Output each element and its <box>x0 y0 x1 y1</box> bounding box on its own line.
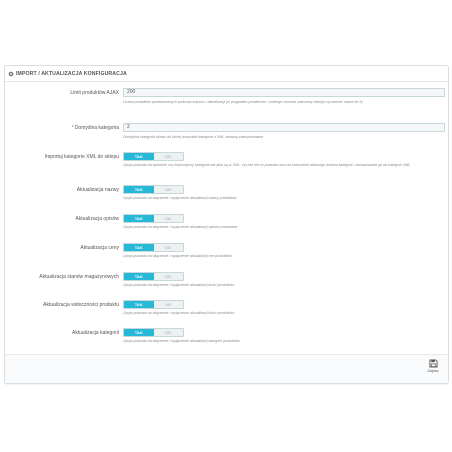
update-name-switch[interactable]: TAK NIE <box>123 185 184 194</box>
toggle-on[interactable]: TAK <box>124 215 154 222</box>
toggle-help: Opcja pozwala na włączenie / wyłączenie … <box>123 311 235 315</box>
category-help: Domyślna kategoria sklepu do której wszy… <box>123 135 264 139</box>
toggle-help: Opcja pozwala na włączenie / wyłączenie … <box>123 225 238 229</box>
toggle-on[interactable]: TAK <box>124 273 154 280</box>
category-label: *Domyślna kategoria <box>72 124 119 132</box>
update-visibility-switch[interactable]: TAK NIE <box>123 300 184 309</box>
toggle-off[interactable]: NIE <box>154 329 184 336</box>
toggle-off[interactable]: NIE <box>154 301 184 308</box>
save-label: Zapisz <box>427 369 439 373</box>
toggle-label: Importuj kategorie XML do sklepu <box>44 154 119 160</box>
update-categories-switch[interactable]: TAK NIE <box>123 328 184 337</box>
gear-icon <box>8 71 14 77</box>
category-input[interactable]: 2 <box>123 123 445 132</box>
toggle-label: Aktualizacja ceny <box>80 245 119 251</box>
update-stock-switch[interactable]: TAK NIE <box>123 272 184 281</box>
toggle-on[interactable]: TAK <box>124 329 154 336</box>
toggle-help: Opcja pozwala na wybranie czy importujem… <box>123 163 411 167</box>
category-label-text: Domyślna kategoria <box>74 125 119 131</box>
required-marker: * <box>71 125 74 131</box>
toggle-label: Aktualizacja nazwy <box>76 187 119 193</box>
toggle-off[interactable]: NIE <box>154 273 184 280</box>
toggle-off[interactable]: NIE <box>154 186 184 193</box>
toggle-help: Opcja pozwala na włączenie / wyłączenie … <box>123 196 237 200</box>
import-categories-switch[interactable]: TAK NIE <box>123 152 184 161</box>
toggle-label: Aktualizacja kategorii <box>72 330 119 336</box>
configuration-panel: IMPORT / AKTUALIZACJA KONFIGURACJA Limit… <box>4 65 449 384</box>
save-icon <box>424 359 442 368</box>
update-descriptions-switch[interactable]: TAK NIE <box>123 214 184 223</box>
toggle-help: Opcja pozwala na włączenie / wyłączenie … <box>123 283 235 287</box>
toggle-off[interactable]: NIE <box>154 244 184 251</box>
update-price-switch[interactable]: TAK NIE <box>123 243 184 252</box>
panel-footer: Zapisz <box>5 354 448 383</box>
toggle-label: Aktualizacja stanów magazynowych <box>39 274 119 280</box>
toggle-help: Opcja pozwala na włączenie / wyłączenie … <box>123 339 240 343</box>
toggle-on[interactable]: TAK <box>124 244 154 251</box>
toggle-on[interactable]: TAK <box>124 153 154 160</box>
limit-label: Limit produktów AJAX <box>70 90 119 96</box>
toggle-off[interactable]: NIE <box>154 153 184 160</box>
toggle-off[interactable]: NIE <box>154 215 184 222</box>
toggle-on[interactable]: TAK <box>124 186 154 193</box>
limit-input[interactable]: 200 <box>123 88 445 97</box>
limit-help: Liczba produktów przetwarzanych podczas … <box>123 100 363 104</box>
panel-title: IMPORT / AKTUALIZACJA KONFIGURACJA <box>16 70 127 77</box>
save-button[interactable]: Zapisz <box>424 359 442 373</box>
toggle-label: Aktualizacja opisów <box>75 216 119 222</box>
toggle-on[interactable]: TAK <box>124 301 154 308</box>
toggle-help: Opcja pozwala na włączenie / wyłączenie … <box>123 254 232 258</box>
toggle-label: Aktualizacja widoczności produktu <box>43 302 119 308</box>
panel-header: IMPORT / AKTUALIZACJA KONFIGURACJA <box>5 66 448 82</box>
